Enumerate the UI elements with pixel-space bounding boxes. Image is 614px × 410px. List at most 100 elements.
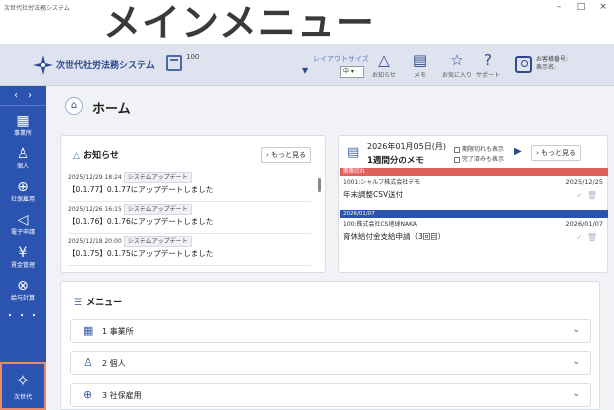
window-titlebar: 次世代社労法務システム メインメニュー – □ × <box>0 0 614 45</box>
minimize-button[interactable]: – <box>548 0 570 14</box>
person-icon: ♙ <box>16 146 30 162</box>
notice-tag: システムアップデート <box>123 172 192 183</box>
send-icon: ◁ <box>17 212 29 228</box>
scrollbar-thumb[interactable] <box>318 178 321 192</box>
notification-icon: △ <box>378 51 390 69</box>
show-done-checkbox[interactable]: 完了済みも表示 <box>454 154 504 163</box>
payroll-icon: ⊗ <box>17 278 29 294</box>
sidebar-item-label: 社保雇用 <box>10 196 35 203</box>
show-expired-checkbox[interactable]: 期限切れも表示 <box>454 144 504 153</box>
back-arrow-icon[interactable]: ‹ <box>14 86 18 105</box>
sidebar-item-label: 電子申請 <box>10 229 35 236</box>
notification-label: お知らせ <box>372 72 396 79</box>
memo-more-button[interactable]: › もっと見る <box>531 145 582 161</box>
insurance-icon: ⊕ <box>17 179 29 195</box>
memo-item-date: 2026/01/07 <box>565 220 603 228</box>
page-title: ホーム <box>92 102 131 117</box>
sidebar-item-label: 給与計算 <box>10 295 35 302</box>
list-icon: ☰ <box>74 298 83 308</box>
list-item[interactable]: 2025/12/29 18:24 システムアップデート 【0.1.77】0.1.7… <box>68 170 311 202</box>
show-done-label: 完了済みも表示 <box>462 156 505 163</box>
account-text: お客様番号: 表示名: <box>536 56 568 72</box>
memo-item-date: 2025/12/25 <box>565 178 603 186</box>
memo-subtitle: 1週間分のメモ <box>367 156 424 166</box>
forward-arrow-icon[interactable]: › <box>28 86 32 105</box>
sidebar: ‹ › ▦ 事業所 ♙ 個人 ⊕ 社保雇用 ◁ 電子申請 ¥ 賃金管理 ⊗ 給与… <box>0 86 46 410</box>
app-name: 次世代社労法務システム <box>56 61 155 71</box>
layout-size-select[interactable]: 中 ▾ <box>340 66 364 78</box>
menu-title-text: メニュー <box>86 298 123 308</box>
sidebar-item-label: 賃金管理 <box>10 262 35 269</box>
sidebar-item-payroll[interactable]: ⊗ 給与計算 <box>0 277 46 303</box>
memo-item[interactable]: 100:株式会社CS地球NAKA 2026/01/07 育休給付金支給申請（3回… <box>343 220 605 243</box>
notice-meta: 2025/12/26 16:15 システムアップデート <box>68 204 311 215</box>
building-icon: ▦ <box>83 324 94 337</box>
menu-row-insurance[interactable]: ⊕ 3 社保雇用 ⌄ <box>70 383 591 407</box>
menu-row-office[interactable]: ▦ 1 事業所 ⌄ <box>70 319 591 343</box>
checkbox-box <box>454 146 460 153</box>
trash-icon[interactable]: 🗑 <box>587 191 601 200</box>
memo-label: メモ <box>413 72 426 79</box>
notice-text: 【0.1.77】0.1.77にアップデートしました <box>68 185 214 194</box>
sidebar-item-office[interactable]: ▦ 事業所 <box>0 112 46 138</box>
sidebar-item-e-application[interactable]: ◁ 電子申請 <box>0 211 46 237</box>
window-title: 次世代社労法務システム <box>4 5 70 12</box>
window-controls: – □ × <box>548 0 614 14</box>
notice-datetime: 2025/12/18 20:00 <box>68 238 122 245</box>
notices-more-button[interactable]: › もっと見る <box>261 147 312 163</box>
sidebar-item-wage[interactable]: ¥ 賃金管理 <box>0 244 46 270</box>
maximize-button[interactable]: □ <box>570 0 592 14</box>
notices-scrollbar[interactable] <box>318 172 322 212</box>
notice-meta: 2025/12/29 18:24 システムアップデート <box>68 172 311 183</box>
close-button[interactable]: × <box>592 0 614 14</box>
notice-datetime: 2025/12/29 18:24 <box>68 174 122 181</box>
list-item[interactable]: 2025/12/18 20:00 システムアップデート 【0.1.75】0.1.7… <box>68 234 311 266</box>
memo-item-title: 年末調整CSV送付 <box>343 190 404 199</box>
check-icon[interactable]: ✓ <box>576 233 587 242</box>
chevron-down-icon: ⌄ <box>572 389 580 399</box>
notices-card: △ お知らせ › もっと見る 2025/12/29 18:24 システムアップデー… <box>60 135 326 273</box>
sidebar-item-brand[interactable]: ✧ 次世代 <box>0 362 46 410</box>
chevron-down-icon: ⌄ <box>572 325 580 335</box>
calendar-icon[interactable] <box>166 55 182 71</box>
layout-size-label: レイアウトサイズ <box>313 55 369 63</box>
notice-datetime: 2025/12/26 16:15 <box>68 206 122 213</box>
sidebar-item-insurance[interactable]: ⊕ 社保雇用 <box>0 178 46 204</box>
sidebar-more-icon[interactable]: ・・・ <box>0 307 46 322</box>
sidebar-item-person[interactable]: ♙ 個人 <box>0 145 46 171</box>
dropdown-arrow-icon[interactable]: ▼ <box>302 66 308 75</box>
add-memo-icon[interactable]: ▶ <box>514 146 522 157</box>
notices-title-text: お知らせ <box>83 151 119 161</box>
overlay-title: メインメニュー <box>103 1 375 45</box>
overdue-band: 期限切れ <box>340 168 608 176</box>
building-icon: ▦ <box>16 113 30 129</box>
list-item[interactable]: 2025/12/26 16:15 システムアップデート 【0.1.76】0.1.7… <box>68 202 311 234</box>
memo-icon: ▤ <box>347 145 360 160</box>
app-header: 次世代社労法務システム 100 ▼ レイアウトサイズ 中 ▾ △ お知らせ ▤ … <box>0 44 614 86</box>
support-button[interactable]: ? サポート <box>468 52 508 79</box>
menu-row-person[interactable]: ♙ 2 個人 ⌄ <box>70 351 591 375</box>
memo-item-title: 育休給付金支給申請（3回目） <box>343 232 446 241</box>
trash-icon[interactable]: 🗑 <box>587 233 601 242</box>
check-icon[interactable]: ✓ <box>576 191 587 200</box>
memo-item[interactable]: 1001:シャルフ株式会社デモ 2025/12/25 年末調整CSV送付 ✓🗑 <box>343 178 605 201</box>
show-expired-label: 期限切れも表示 <box>462 146 505 153</box>
memo-button[interactable]: ▤ メモ <box>400 52 440 79</box>
notification-button[interactable]: △ お知らせ <box>364 52 404 79</box>
menu-row-label: 2 個人 <box>102 359 126 368</box>
notice-tag: システムアップデート <box>123 236 192 247</box>
sidebar-brand-label: 次世代 <box>13 394 32 401</box>
insurance-icon: ⊕ <box>83 388 93 401</box>
notice-text: 【0.1.75】0.1.75にアップデートしました <box>68 249 214 258</box>
help-icon: ? <box>484 51 492 69</box>
compass-logo-icon <box>33 55 53 75</box>
memo-date: 2026年01月05日(月) <box>367 142 446 151</box>
sidebar-item-label: 個人 <box>16 163 29 170</box>
layout-size-value: 中 <box>343 68 350 75</box>
memo-actions: ✓🗑 <box>576 191 601 200</box>
menu-row-label: 1 事業所 <box>102 327 134 336</box>
notices-title: △ お知らせ <box>73 148 119 161</box>
money-icon: ¥ <box>18 245 28 261</box>
menu-row-label: 3 社保雇用 <box>102 391 142 400</box>
memo-more-label: もっと見る <box>541 149 577 157</box>
